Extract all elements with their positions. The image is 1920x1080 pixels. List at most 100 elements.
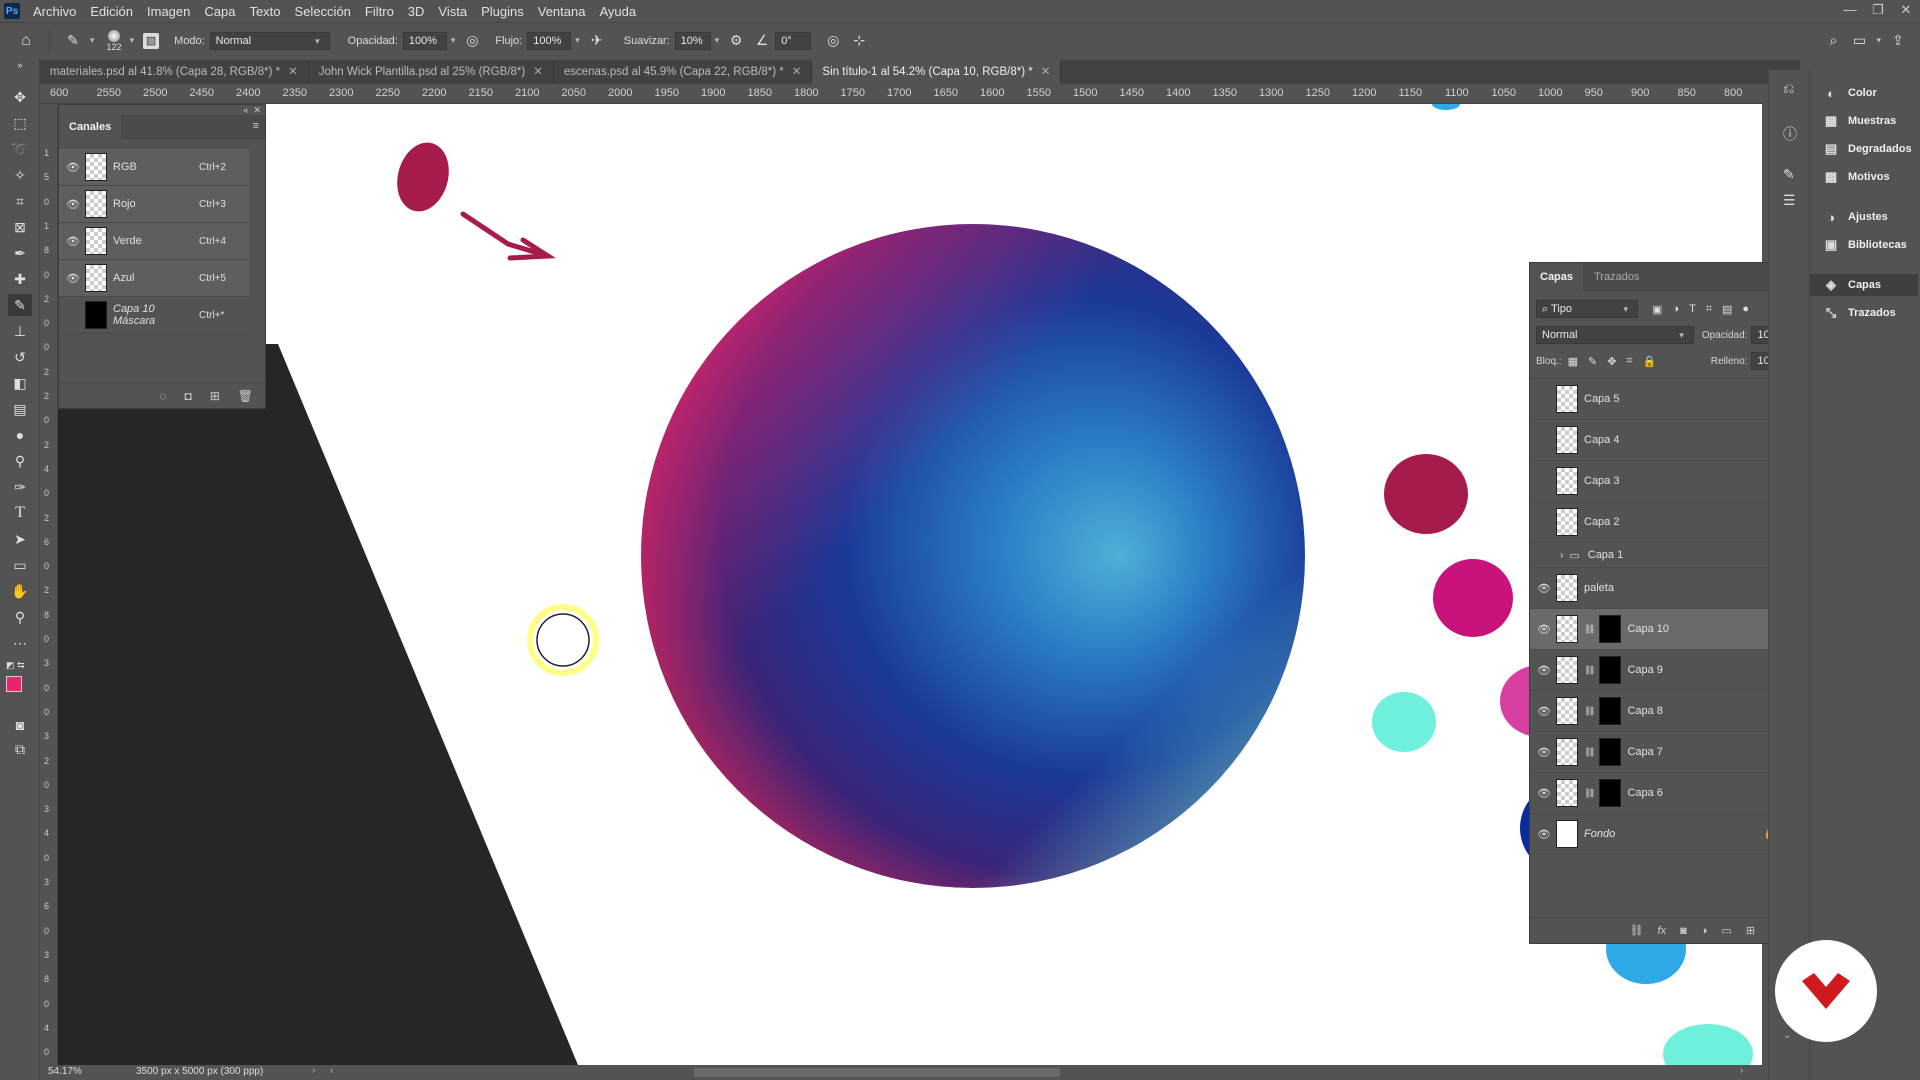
adjustment-layer-icon[interactable]: ◑ <box>1701 925 1708 937</box>
channel-row-blue[interactable]: 👁 Azul Ctrl+5 <box>59 260 249 297</box>
airbrush-icon[interactable]: ✈ <box>589 32 605 49</box>
mode-select[interactable]: Normal ▾ <box>209 31 330 50</box>
dock-gradients[interactable]: ▤ Degradados <box>1822 138 1912 160</box>
move-tool-icon[interactable]: ✥ <box>8 86 32 108</box>
tab-layers[interactable]: Capas <box>1530 263 1584 291</box>
close-button[interactable]: ✕ <box>1892 0 1920 22</box>
lock-artboard-icon[interactable]: ⌗ <box>1626 355 1632 368</box>
layer-row[interactable]: 👁 ⛓ Capa 8 <box>1530 691 1792 732</box>
close-icon[interactable]: ✕ <box>533 66 543 78</box>
type-tool-icon[interactable]: T <box>8 502 32 524</box>
horizontal-scrollbar-thumb[interactable] <box>694 1068 1060 1077</box>
eye-icon[interactable]: 👁 <box>65 272 81 285</box>
mask-thumbnail[interactable] <box>1599 779 1622 807</box>
add-mask-icon[interactable]: ◙ <box>1680 925 1687 937</box>
tab-sin-titulo[interactable]: Sin título-1 al 54.2% (Capa 10, RGB/8*) … <box>812 60 1062 84</box>
close-icon[interactable]: ✕ <box>253 105 261 115</box>
marquee-tool-icon[interactable]: ⬚ <box>8 112 32 134</box>
link-icon[interactable]: ⛓ <box>1584 706 1595 717</box>
frame-tool-icon[interactable]: ⊠ <box>8 216 32 238</box>
home-icon[interactable]: ⌂ <box>18 32 34 49</box>
lock-pixels-icon[interactable]: ✎ <box>1588 355 1597 368</box>
collapse-icon[interactable]: « <box>243 105 248 115</box>
screen-mode-icon[interactable]: ⧉ <box>8 738 32 760</box>
link-icon[interactable]: ⛓ <box>1584 747 1595 758</box>
filter-toggle-icon[interactable]: ● <box>1742 303 1749 316</box>
layer-group-row[interactable]: 👁 › ▭ Capa 1 <box>1530 543 1792 568</box>
eye-icon[interactable]: 👁 <box>1536 549 1552 562</box>
link-icon[interactable]: ⛓ <box>1584 624 1595 635</box>
eye-icon[interactable]: 👁 <box>1536 787 1552 800</box>
angle-input[interactable]: 0° <box>775 31 812 50</box>
eye-icon[interactable]: 👁 <box>65 235 81 248</box>
document-canvas[interactable] <box>58 104 1762 1065</box>
eye-icon[interactable]: 👁 <box>65 309 81 322</box>
layer-filter-select[interactable]: ⌕ Tipo ▾ <box>1536 300 1638 318</box>
blend-mode-select[interactable]: Normal ▾ <box>1536 326 1694 344</box>
eye-icon[interactable]: 👁 <box>1536 623 1552 636</box>
dock-swatches[interactable]: ▦ Muestras <box>1822 110 1896 132</box>
menu-plugins[interactable]: Plugins <box>474 4 531 19</box>
clone-stamp-tool-icon[interactable]: ⊥ <box>8 320 32 342</box>
chevron-right-icon[interactable]: › <box>1560 550 1563 561</box>
link-icon[interactable]: ⛓ <box>1584 788 1595 799</box>
scroll-left-icon[interactable]: ‹ <box>330 1065 333 1076</box>
eraser-tool-icon[interactable]: ◧ <box>8 372 32 394</box>
share-icon[interactable]: ⇪ <box>1890 32 1906 49</box>
zoom-level[interactable]: 54.17% <box>48 1066 82 1077</box>
pixel-filter-icon[interactable]: ▣ <box>1652 303 1662 316</box>
chevron-down-icon[interactable]: ▾ <box>715 35 720 46</box>
close-icon[interactable]: ✕ <box>1041 66 1051 78</box>
pressure-size-icon[interactable]: ◎ <box>825 32 841 49</box>
menu-capa[interactable]: Capa <box>197 4 242 19</box>
brush-preset-picker[interactable]: 122 <box>107 29 122 52</box>
gradient-tool-icon[interactable]: ▤ <box>8 398 32 420</box>
eye-icon[interactable]: 👁 <box>65 161 81 174</box>
mask-thumbnail[interactable] <box>1599 738 1622 766</box>
symmetry-icon[interactable]: ⊹ <box>851 32 867 49</box>
eye-icon[interactable]: 👁 <box>1536 746 1552 759</box>
path-selection-tool-icon[interactable]: ➤ <box>8 528 32 550</box>
foreground-color-swatch[interactable] <box>6 676 22 692</box>
chevron-right-icon[interactable]: › <box>312 1065 315 1076</box>
dock-layers[interactable]: ◈ Capas <box>1810 274 1918 296</box>
channel-row-red[interactable]: 👁 Rojo Ctrl+3 <box>59 186 249 223</box>
menu-filtro[interactable]: Filtro <box>358 4 401 19</box>
dodge-tool-icon[interactable]: ⚲ <box>8 450 32 472</box>
lock-position-icon[interactable]: ✥ <box>1607 355 1616 368</box>
smart-object-filter-icon[interactable]: ▤ <box>1722 303 1732 316</box>
zoom-tool-icon[interactable]: ⚲ <box>8 606 32 628</box>
new-group-icon[interactable]: ▭ <box>1721 924 1731 937</box>
new-layer-icon[interactable]: ⊞ <box>1746 924 1755 937</box>
scroll-down-icon[interactable]: ⌄ <box>1783 1030 1791 1041</box>
channel-row-rgb[interactable]: 👁 RGB Ctrl+2 <box>59 149 249 186</box>
menu-imagen[interactable]: Imagen <box>140 4 197 19</box>
opacity-input[interactable]: 100% <box>402 31 447 50</box>
eye-icon[interactable]: 👁 <box>1536 475 1552 488</box>
fx-icon[interactable]: fx <box>1658 925 1667 937</box>
mask-thumbnail[interactable] <box>1599 615 1622 643</box>
eye-icon[interactable]: 👁 <box>1536 664 1552 677</box>
lock-all-icon[interactable]: 🔒 <box>1643 355 1657 368</box>
pen-tool-icon[interactable]: ✑ <box>8 476 32 498</box>
eye-icon[interactable]: 👁 <box>1536 582 1552 595</box>
load-selection-icon[interactable]: ◌ <box>159 389 166 403</box>
properties-icon[interactable]: ☰ <box>1783 192 1796 209</box>
tab-channels[interactable]: Canales <box>59 115 122 139</box>
healing-brush-tool-icon[interactable]: ✚ <box>8 268 32 290</box>
lock-transparency-icon[interactable]: ▦ <box>1568 355 1578 368</box>
history-brush-tool-icon[interactable]: ↺ <box>8 346 32 368</box>
search-icon[interactable]: ⌕ <box>1825 32 1841 49</box>
menu-archivo[interactable]: Archivo <box>26 4 83 19</box>
restore-button[interactable]: ❐ <box>1864 0 1892 22</box>
workspace-icon[interactable]: ▭ <box>1851 32 1867 49</box>
channel-row-green[interactable]: 👁 Verde Ctrl+4 <box>59 223 249 260</box>
link-layers-icon[interactable]: ⛓ <box>1630 924 1644 937</box>
eye-icon[interactable]: 👁 <box>1536 705 1552 718</box>
tab-john-wick[interactable]: John Wick Plantilla.psd al 25% (RGB/8*) ✕ <box>309 60 554 84</box>
close-icon[interactable]: ✕ <box>792 66 802 78</box>
menu-texto[interactable]: Texto <box>242 4 287 19</box>
layer-row[interactable]: 👁 ⛓ Capa 7 <box>1530 732 1792 773</box>
quick-mask-icon[interactable]: ◙ <box>8 714 32 736</box>
menu-ayuda[interactable]: Ayuda <box>592 4 643 19</box>
